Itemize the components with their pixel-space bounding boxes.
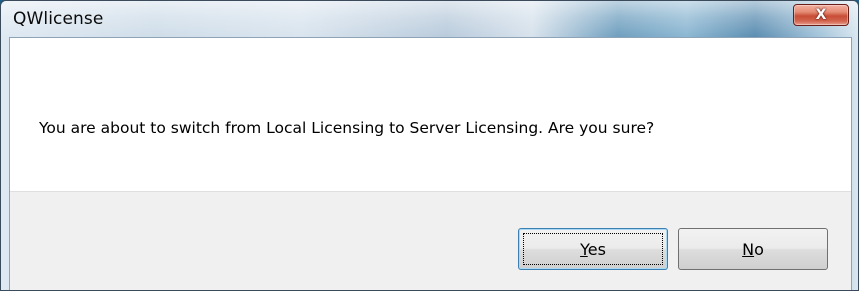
message-area: You are about to switch from Local Licen… [10, 38, 851, 191]
no-button-label: No [742, 240, 764, 259]
dialog-client-area: You are about to switch from Local Licen… [9, 37, 852, 290]
yes-button-label: Yes [580, 240, 606, 259]
message-text: You are about to switch from Local Licen… [39, 119, 655, 137]
close-icon: X [815, 7, 827, 23]
dialog-window: QWlicense X You are about to switch from… [0, 0, 859, 291]
title-bar[interactable]: QWlicense X [1, 1, 858, 37]
yes-accelerator: Y [580, 239, 588, 259]
close-button[interactable]: X [793, 4, 849, 26]
button-strip: Yes No [10, 191, 851, 290]
no-label-rest: o [754, 239, 764, 259]
yes-label-rest: es [587, 239, 606, 259]
no-button[interactable]: No [678, 228, 828, 270]
yes-button[interactable]: Yes [518, 228, 668, 270]
window-title: QWlicense [13, 9, 104, 29]
no-accelerator: N [742, 239, 755, 259]
